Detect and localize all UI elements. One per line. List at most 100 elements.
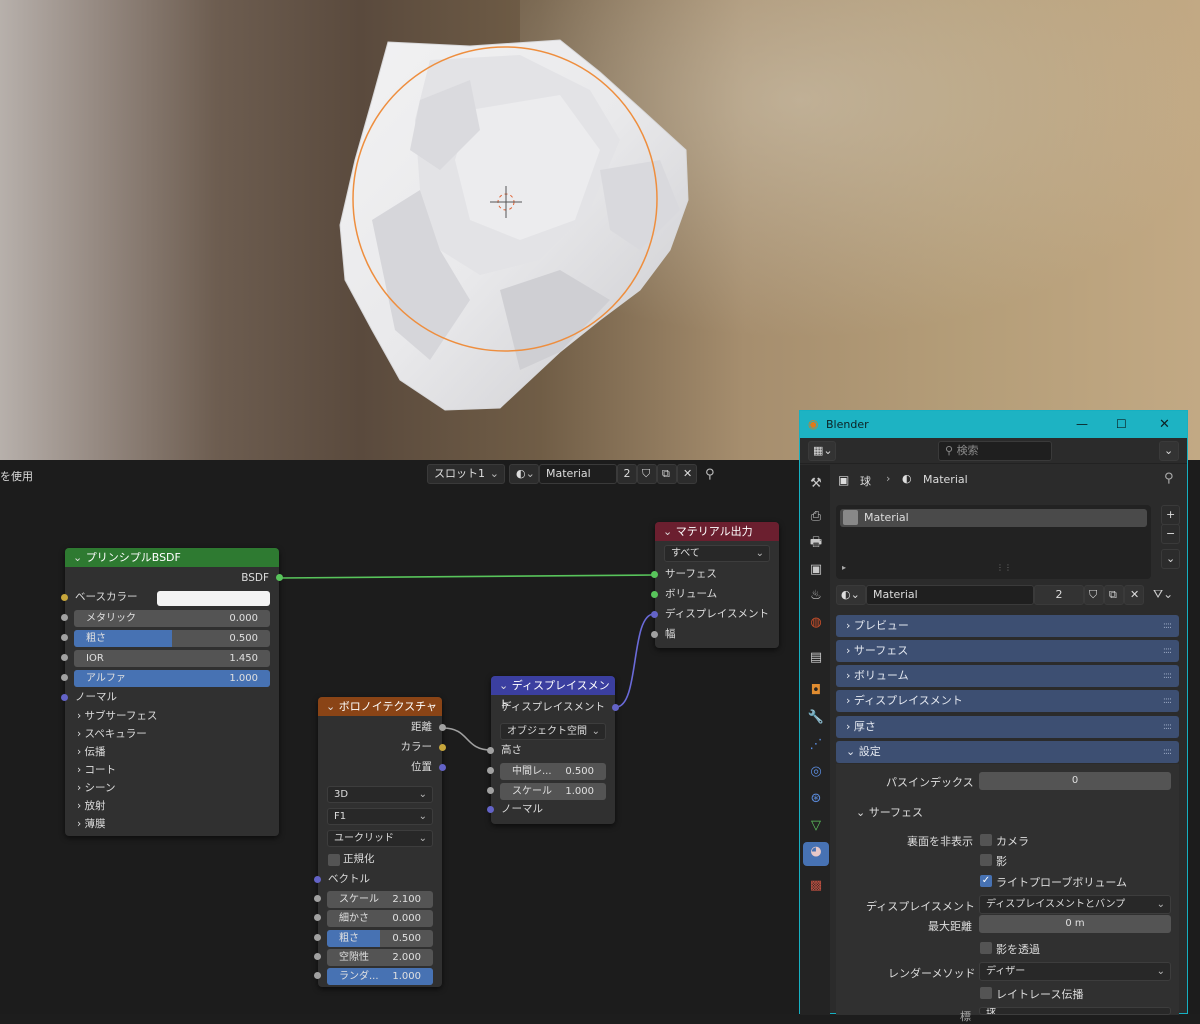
max-distance-field[interactable]: 0 m: [979, 915, 1171, 933]
pass-index-field[interactable]: 0: [979, 772, 1171, 790]
panel-sheen[interactable]: › シーン: [77, 779, 157, 797]
vor-roughness-field[interactable]: 粗さ 0.500: [327, 930, 433, 947]
close-icon[interactable]: ✕: [1159, 411, 1170, 438]
drag-grip-icon[interactable]: ::::: [1163, 665, 1172, 687]
window-titlebar[interactable]: ◉ Blender — ☐ ✕: [800, 411, 1187, 438]
expand-arrow-icon[interactable]: ▸: [842, 563, 846, 572]
detail-socket[interactable]: [314, 914, 321, 921]
minimize-icon[interactable]: —: [1076, 411, 1088, 438]
search-input[interactable]: ⚲ 検索: [938, 441, 1052, 461]
drag-grip-icon[interactable]: ::::: [1163, 716, 1172, 738]
editor-type-button[interactable]: ▦⌄: [808, 441, 836, 461]
principled-bsdf-node[interactable]: ⌄ プリンシプルBSDF BSDF ベースカラー メタリック 0.000 粗さ …: [61, 548, 283, 836]
material-browse-button[interactable]: ◐⌄: [836, 585, 866, 605]
roughness-field[interactable]: 粗さ 0.500: [74, 630, 270, 647]
remove-slot-button[interactable]: −: [1161, 524, 1180, 544]
modifier-tab-icon[interactable]: 🔧: [806, 708, 826, 728]
panel-surface-header[interactable]: › サーフェス::::: [836, 640, 1179, 662]
panel-thickness-header[interactable]: › 厚さ::::: [836, 716, 1179, 738]
material-name-field[interactable]: Material: [866, 585, 1034, 605]
metric-dropdown[interactable]: ユークリッド ⌄: [327, 830, 433, 847]
dimensions-dropdown[interactable]: 3D ⌄: [327, 786, 433, 803]
lacunarity-socket[interactable]: [314, 953, 321, 960]
metallic-socket[interactable]: [61, 614, 68, 621]
voronoi-node-header[interactable]: ⌄ ボロノイテクスチャ: [318, 697, 442, 716]
properties-window[interactable]: ◉ Blender — ☐ ✕ ▦⌄ ⚲ 検索 ⌄ ⚒ ⎙ 🖶 ▣ ♨ ◍ ▤ …: [799, 410, 1188, 1023]
displacement-method-dropdown[interactable]: ディスプレイスメントとバンプ ⌄: [979, 895, 1171, 914]
material-slot-item[interactable]: Material: [840, 509, 1147, 527]
voronoi-texture-node[interactable]: ⌄ ボロノイテクスチャ 距離 カラー 位置 3D ⌄ F1 ⌄ ユークリッド ⌄ 正規…: [314, 697, 446, 987]
maximize-icon[interactable]: ☐: [1116, 411, 1127, 438]
randomness-socket[interactable]: [314, 972, 321, 979]
displacement-space-dropdown[interactable]: オブジェクト空間 ⌄: [500, 723, 606, 740]
color-output-socket[interactable]: [439, 744, 446, 751]
physics-tab-icon[interactable]: ◎: [806, 762, 826, 782]
panel-specular[interactable]: › スペキュラー: [77, 725, 157, 743]
user-count-button[interactable]: 2: [1034, 585, 1084, 605]
vector-socket[interactable]: [314, 876, 321, 883]
camera-checkbox[interactable]: [980, 834, 992, 846]
volume-socket[interactable]: [651, 591, 658, 598]
rock-object[interactable]: [0, 0, 1200, 460]
bsdf-node-header[interactable]: ⌄ プリンシプルBSDF: [65, 548, 279, 567]
displacement-node-header[interactable]: ⌄ ディスプレイスメント: [491, 676, 615, 711]
distance-output-socket[interactable]: [439, 724, 446, 731]
base-color-swatch[interactable]: [157, 591, 270, 606]
panel-thin-film[interactable]: › 薄膜: [77, 815, 157, 833]
world-tab-icon[interactable]: ◍: [806, 613, 826, 633]
texture-tab-icon[interactable]: ▩: [806, 876, 826, 896]
shadow-checkbox[interactable]: [980, 854, 992, 866]
displacement-output-socket[interactable]: [612, 704, 619, 711]
add-slot-button[interactable]: +: [1161, 505, 1180, 525]
vor-scale-field[interactable]: スケール 2.100: [327, 891, 433, 908]
alpha-socket[interactable]: [61, 674, 68, 681]
output-target-dropdown[interactable]: すべて ⌄: [664, 545, 770, 562]
height-socket[interactable]: [487, 747, 494, 754]
output-node-header[interactable]: ⌄ マテリアル出力: [655, 522, 779, 541]
disp-normal-socket[interactable]: [487, 806, 494, 813]
panel-emission[interactable]: › 放射: [77, 797, 157, 815]
midlevel-socket[interactable]: [487, 767, 494, 774]
drag-grip-icon[interactable]: ::::: [1163, 690, 1172, 712]
disp-scale-socket[interactable]: [487, 787, 494, 794]
output-tab-icon[interactable]: 🖶: [806, 533, 826, 553]
render-method-dropdown[interactable]: ディザー ⌄: [979, 962, 1171, 981]
ior-field[interactable]: IOR 1.450: [74, 650, 270, 667]
lightprobe-checkbox[interactable]: ✓: [980, 875, 992, 887]
transparent-shadow-checkbox[interactable]: [980, 942, 992, 954]
disp-scale-field[interactable]: スケール 1.000: [500, 783, 606, 800]
panel-coat[interactable]: › コート: [77, 761, 157, 779]
position-output-socket[interactable]: [439, 764, 446, 771]
feature-dropdown[interactable]: F1 ⌄: [327, 808, 433, 825]
drag-grip-icon[interactable]: ::::: [1163, 615, 1172, 637]
drag-grip-icon[interactable]: ::::: [1163, 640, 1172, 662]
particles-tab-icon[interactable]: ⋰: [806, 735, 826, 755]
midlevel-field[interactable]: 中間レ... 0.500: [500, 763, 606, 780]
panel-settings-header[interactable]: ⌄ 設定::::: [836, 741, 1179, 763]
render-tab-icon[interactable]: ⎙: [806, 507, 826, 527]
detail-field[interactable]: 細かさ 0.000: [327, 910, 433, 927]
vor-roughness-socket[interactable]: [314, 934, 321, 941]
slot-specials-button[interactable]: ⌄: [1161, 549, 1180, 569]
panel-subsurface[interactable]: › サブサーフェス: [77, 707, 157, 725]
scene-tab-icon[interactable]: ♨: [806, 586, 826, 606]
options-chevron-icon[interactable]: ⌄: [1159, 441, 1179, 461]
bsdf-output-socket[interactable]: [276, 574, 283, 581]
fake-user-shield-icon[interactable]: ⛉: [1084, 585, 1104, 605]
raytrace-checkbox[interactable]: [980, 987, 992, 999]
node-tree-filter-icon[interactable]: ⛛⌄: [1153, 587, 1173, 602]
surface-subpanel-header[interactable]: ⌄ サーフェス: [856, 804, 923, 820]
metallic-field[interactable]: メタリック 0.000: [74, 610, 270, 627]
roughness-socket[interactable]: [61, 634, 68, 641]
vor-scale-socket[interactable]: [314, 895, 321, 902]
view-layer-tab-icon[interactable]: ▣: [806, 560, 826, 580]
constraints-tab-icon[interactable]: ⊛: [806, 789, 826, 809]
object-tab-icon[interactable]: ◘: [806, 681, 826, 701]
material-tab-icon[interactable]: ◕: [803, 842, 829, 866]
tool-tab-icon[interactable]: ⚒: [806, 474, 826, 494]
panel-preview-header[interactable]: › プレビュー::::: [836, 615, 1179, 637]
pin-icon[interactable]: ⚲: [1164, 471, 1174, 486]
unlink-material-icon[interactable]: ✕: [1124, 585, 1144, 605]
drag-grip-icon[interactable]: ::::: [1163, 741, 1172, 763]
panel-displacement-header[interactable]: › ディスプレイスメント::::: [836, 690, 1179, 712]
